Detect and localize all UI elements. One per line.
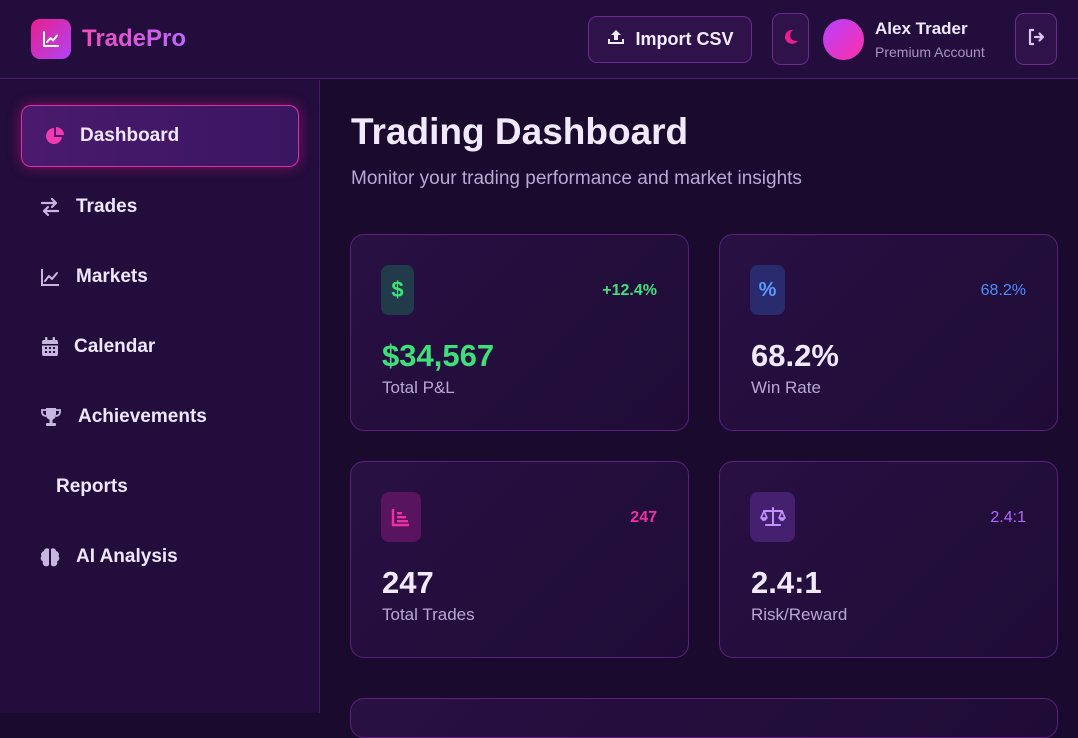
sidebar-item-label: Calendar [74, 336, 156, 357]
content-card [350, 698, 1058, 738]
stat-value: 2.4:1 [751, 565, 822, 600]
import-csv-button[interactable]: Import CSV [588, 16, 752, 63]
dollar-icon: $ [381, 265, 414, 315]
sidebar-item-label: Achievements [78, 406, 207, 427]
chart-line-icon [31, 19, 71, 59]
exchange-icon [39, 196, 61, 218]
stat-label: Win Rate [751, 378, 821, 397]
brain-icon [39, 546, 61, 568]
chart-line-icon [39, 266, 61, 288]
trophy-icon [40, 406, 62, 428]
calendar-icon [39, 336, 61, 358]
stat-label: Total Trades [382, 605, 475, 624]
stat-value: 247 [382, 565, 434, 600]
sidebar-item-achievements[interactable]: Achievements [21, 386, 299, 448]
sidebar-item-dashboard[interactable]: Dashboard [21, 105, 299, 167]
import-csv-label: Import CSV [635, 29, 734, 49]
stat-delta: +12.4% [602, 282, 657, 299]
brand-name: TradePro [82, 25, 187, 52]
pie-chart-icon [44, 125, 66, 147]
logout-button[interactable] [1015, 13, 1057, 65]
page-title: Trading Dashboard [351, 111, 689, 152]
sidebar-item-trades[interactable]: Trades [21, 176, 299, 238]
sidebar-item-label: Markets [76, 266, 148, 287]
top-header: TradePro Import CSV Alex Trader Premium … [0, 0, 1078, 79]
sidebar-item-ai-analysis[interactable]: AI Analysis [21, 526, 299, 588]
sidebar-item-reports[interactable]: Reports [21, 456, 299, 518]
stat-delta: 2.4:1 [990, 509, 1026, 526]
sidebar-item-label: Trades [76, 196, 138, 217]
sidebar-item-label: Dashboard [80, 125, 180, 146]
stat-delta: 68.2% [980, 282, 1026, 299]
stat-card-total-pnl[interactable]: $ +12.4% $34,567 Total P&L [350, 234, 689, 431]
user-plan: Premium Account [875, 44, 985, 60]
stat-delta: 247 [630, 509, 657, 526]
stat-label: Risk/Reward [751, 605, 848, 624]
upload-icon [606, 27, 626, 52]
avatar[interactable] [823, 19, 864, 60]
logout-icon [1026, 27, 1046, 52]
brand[interactable]: TradePro [31, 19, 186, 59]
sidebar-item-calendar[interactable]: Calendar [21, 316, 299, 378]
sidebar-item-label: Reports [56, 476, 128, 497]
bar-chart-icon [381, 492, 421, 542]
stat-label: Total P&L [382, 378, 455, 397]
stat-card-risk-reward[interactable]: 2.4:1 2.4:1 Risk/Reward [719, 461, 1058, 658]
percent-icon: % [750, 265, 785, 315]
moon-icon [782, 28, 800, 51]
sidebar-item-markets[interactable]: Markets [21, 246, 299, 308]
scale-icon [750, 492, 795, 542]
theme-toggle-button[interactable] [772, 13, 809, 65]
stat-card-win-rate[interactable]: % 68.2% 68.2% Win Rate [719, 234, 1058, 431]
sidebar-item-label: AI Analysis [76, 546, 178, 567]
stat-value: 68.2% [751, 338, 839, 373]
stat-value: $34,567 [382, 338, 495, 373]
user-name: Alex Trader [875, 19, 968, 38]
page-subtitle: Monitor your trading performance and mar… [351, 168, 802, 189]
sidebar: Dashboard Trades Markets Calendar Achiev… [0, 80, 320, 713]
stat-card-total-trades[interactable]: 247 247 Total Trades [350, 461, 689, 658]
